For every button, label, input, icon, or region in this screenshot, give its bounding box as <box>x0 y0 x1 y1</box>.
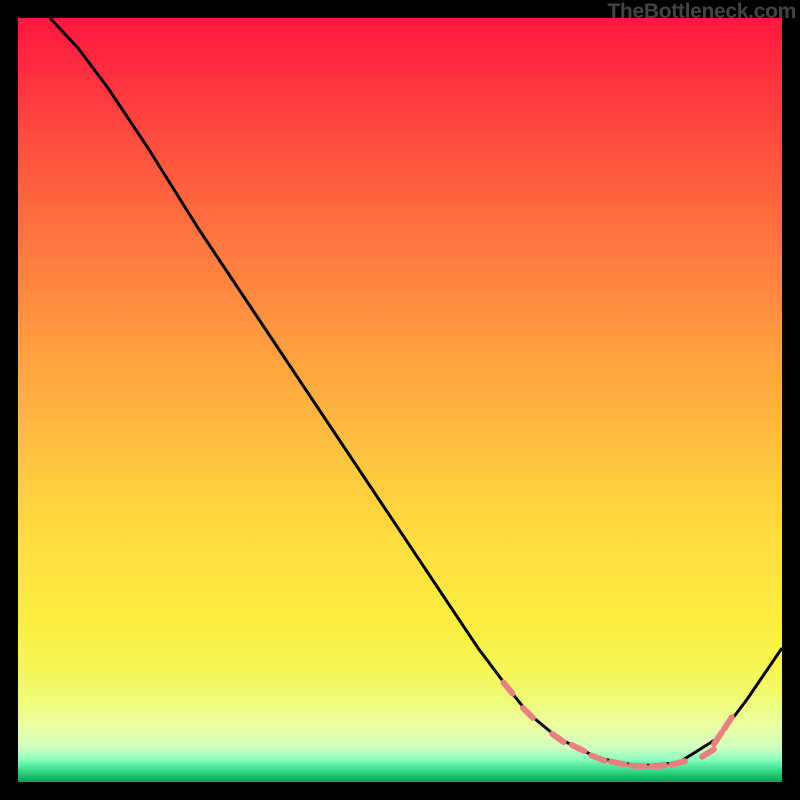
marker-dash <box>591 756 604 761</box>
chart-svg <box>18 18 782 782</box>
marker-dash <box>631 766 645 767</box>
marker-dash <box>724 717 732 729</box>
plot-area <box>18 18 782 782</box>
marker-dash <box>552 734 563 742</box>
marker-dash <box>504 683 513 694</box>
watermark-text: TheBottleneck.com <box>607 0 796 24</box>
chart-frame: TheBottleneck.com <box>0 0 800 800</box>
marker-dash <box>714 732 722 744</box>
marker-dash <box>572 745 585 751</box>
marker-dash <box>523 708 533 718</box>
marker-dash <box>611 762 625 765</box>
bottleneck-curve <box>50 18 782 766</box>
marker-dash <box>671 761 685 765</box>
highlight-markers <box>504 683 732 767</box>
marker-dash <box>651 766 665 767</box>
marker-dash <box>702 749 714 756</box>
